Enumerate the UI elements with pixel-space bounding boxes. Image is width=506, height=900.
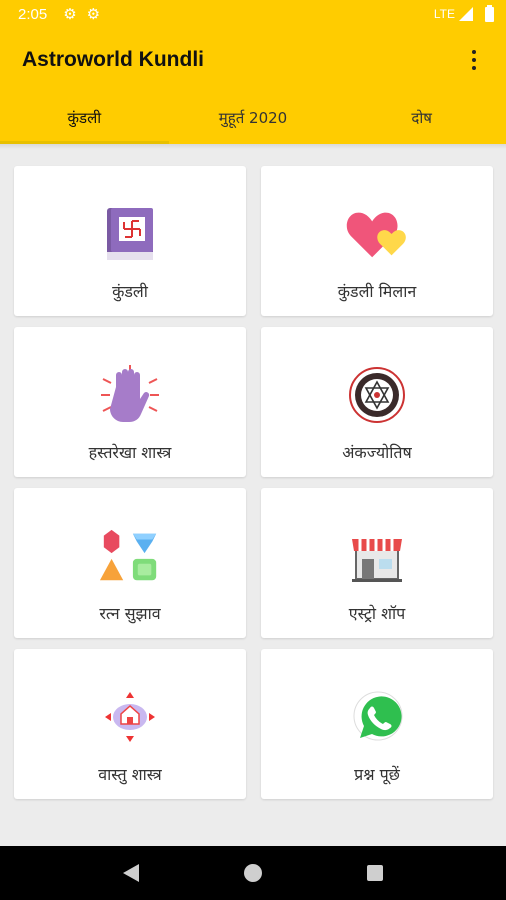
card-kundli-milan[interactable]: कुंडली मिलान — [261, 166, 493, 316]
card-label: हस्तरेखा शास्त्र — [88, 443, 172, 462]
card-label: कुंडली — [112, 282, 148, 301]
card-label: अंकज्योतिष — [342, 443, 412, 462]
battery-icon — [485, 4, 494, 22]
home-icon[interactable] — [243, 864, 262, 882]
recents-icon[interactable] — [367, 865, 384, 881]
card-ratna-sujhav[interactable]: रत्न सुझाव — [14, 488, 246, 638]
vastu-house-icon — [98, 685, 162, 749]
status-time: 2:05 — [18, 5, 48, 23]
card-ankjyotish[interactable]: अंकज्योतिष — [261, 327, 493, 477]
system-nav-bar — [0, 846, 506, 900]
network-type: LTE — [433, 7, 455, 21]
app-bar: Astroworld Kundli — [0, 28, 506, 92]
tab-muhurat[interactable]: मुहूर्त 2020 — [169, 92, 338, 144]
settings-icon: ⚙ — [63, 5, 77, 23]
card-label: कुंडली मिलान — [337, 282, 417, 301]
numerology-wheel-icon — [345, 363, 409, 427]
kundli-book-icon — [98, 202, 162, 266]
tab-kundli[interactable]: कुंडली — [0, 92, 169, 144]
back-icon[interactable] — [122, 864, 139, 882]
card-label: रत्न सुझाव — [99, 604, 161, 623]
tab-shadow — [0, 144, 506, 149]
app-title: Astroworld Kundli — [22, 48, 204, 71]
gems-icon — [98, 524, 162, 588]
card-prashna-puchhe[interactable]: प्रश्न पूछें — [261, 649, 493, 799]
card-label: एस्ट्रो शॉप — [348, 604, 406, 623]
card-kundli[interactable]: कुंडली — [14, 166, 246, 316]
tab-bar: कुंडली मुहूर्त 2020 दोष — [0, 92, 506, 144]
signal-icon — [459, 7, 473, 21]
feature-grid: कुंडली कुंडली मिलान हस्तरेखा शास्त्र अंक… — [14, 166, 494, 799]
settings-icon-2: ⚙ — [86, 5, 101, 23]
card-vastu-shastra[interactable]: वास्तु शास्त्र — [14, 649, 246, 799]
shop-icon — [345, 524, 409, 588]
hearts-icon — [345, 202, 409, 266]
palm-icon — [98, 363, 162, 427]
whatsapp-icon — [345, 685, 409, 749]
status-bar: 2:05 ⚙ ⚙ LTE — [0, 0, 506, 28]
card-astro-shop[interactable]: एस्ट्रो शॉप — [261, 488, 493, 638]
card-label: प्रश्न पूछें — [354, 765, 400, 784]
card-hastrekha[interactable]: हस्तरेखा शास्त्र — [14, 327, 246, 477]
tab-dosh[interactable]: दोष — [337, 92, 506, 144]
card-label: वास्तु शास्त्र — [98, 765, 162, 784]
overflow-menu-icon[interactable] — [464, 50, 484, 70]
